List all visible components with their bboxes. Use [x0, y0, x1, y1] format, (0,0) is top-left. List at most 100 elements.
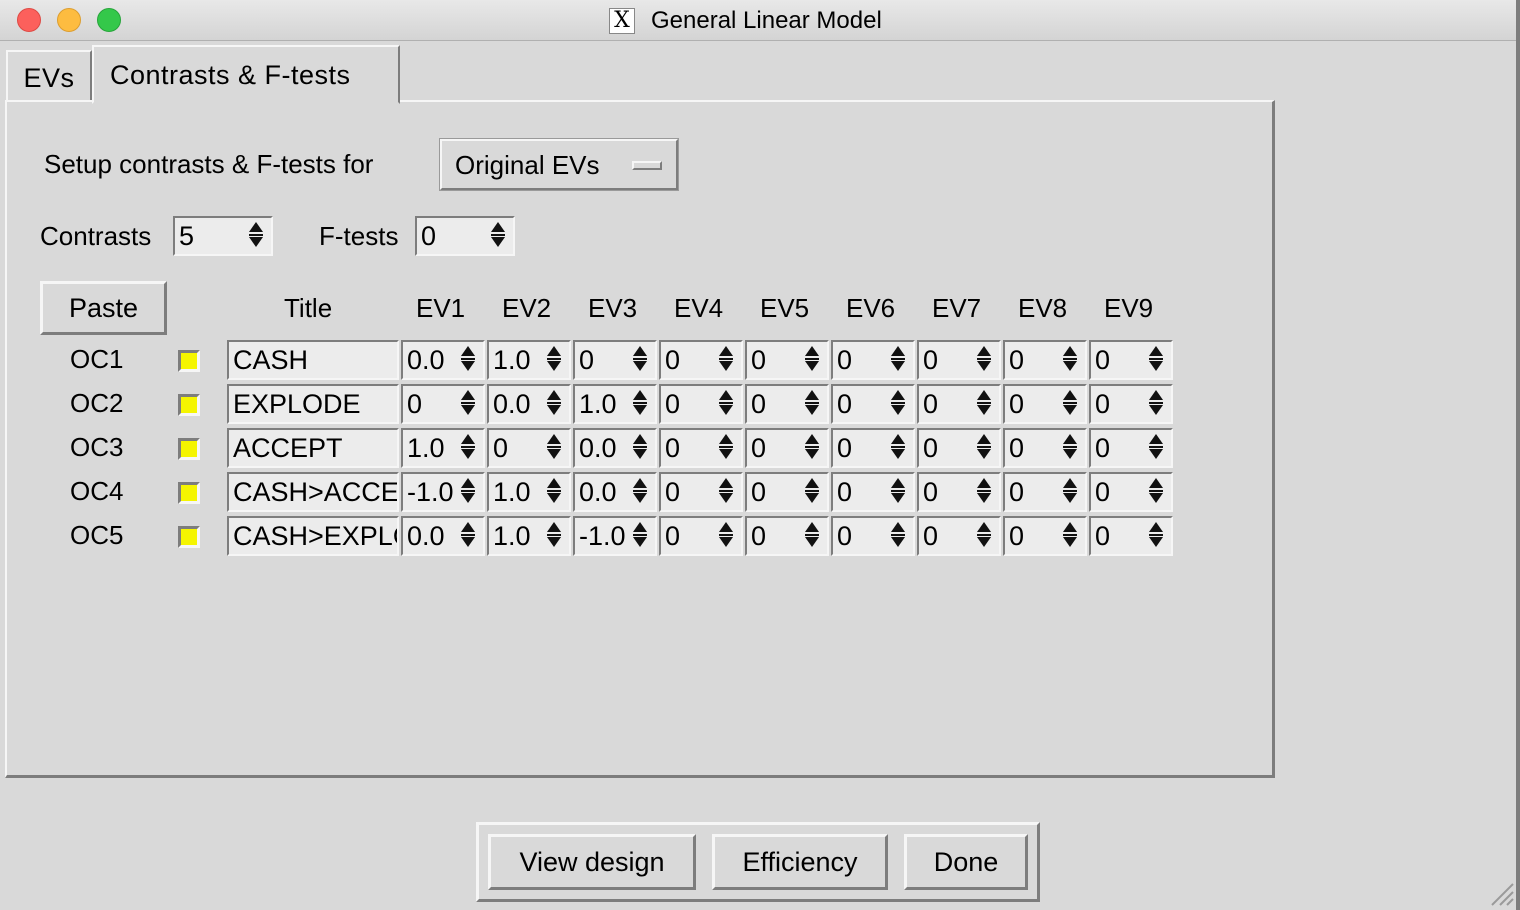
contrast-weight-stepper[interactable]: 0: [1089, 472, 1173, 512]
stepper-arrows-icon[interactable]: [544, 432, 568, 464]
contrast-weight-stepper[interactable]: 0: [1089, 340, 1173, 380]
contrast-weight-stepper[interactable]: 0: [1003, 340, 1087, 380]
stepper-arrows-icon[interactable]: [802, 476, 826, 508]
contrast-weight-stepper[interactable]: 0: [659, 472, 743, 512]
contrast-weight-stepper[interactable]: 1.0: [573, 384, 657, 424]
contrast-weight-stepper[interactable]: -1.0: [573, 516, 657, 556]
contrast-weight-stepper[interactable]: 0: [917, 516, 1001, 556]
contrast-title-field[interactable]: CASH>EXPLODE: [227, 516, 399, 556]
stepper-arrows-icon[interactable]: [974, 432, 998, 464]
stepper-arrows-icon[interactable]: [974, 388, 998, 420]
contrast-weight-stepper[interactable]: 0: [487, 428, 571, 468]
contrast-weight-stepper[interactable]: 0: [745, 384, 829, 424]
stepper-arrows-icon[interactable]: [974, 344, 998, 376]
stepper-arrows-icon[interactable]: [888, 388, 912, 420]
stepper-arrows-icon[interactable]: [630, 432, 654, 464]
stepper-arrows-icon[interactable]: [716, 388, 740, 420]
contrast-weight-stepper[interactable]: 0: [917, 472, 1001, 512]
contrast-title-field[interactable]: ACCEPT: [227, 428, 399, 468]
contrast-title-field[interactable]: EXPLODE: [227, 384, 399, 424]
contrast-weight-stepper[interactable]: 0.0: [487, 384, 571, 424]
stepper-arrows-icon[interactable]: [802, 432, 826, 464]
stepper-arrows-icon[interactable]: [716, 344, 740, 376]
contrast-weight-stepper[interactable]: 1.0: [487, 472, 571, 512]
stepper-arrows-icon[interactable]: [974, 476, 998, 508]
stepper-arrows-icon[interactable]: [802, 520, 826, 552]
efficiency-button[interactable]: Efficiency: [712, 834, 888, 890]
contrast-weight-stepper[interactable]: 0.0: [573, 472, 657, 512]
stepper-arrows-icon[interactable]: [630, 344, 654, 376]
contrast-weight-stepper[interactable]: 0: [831, 384, 915, 424]
close-window-button[interactable]: [17, 8, 41, 32]
contrast-weight-stepper[interactable]: 0.0: [401, 340, 485, 380]
stepper-arrows-icon[interactable]: [458, 520, 482, 552]
stepper-arrows-icon[interactable]: [458, 344, 482, 376]
stepper-arrows-icon[interactable]: [630, 476, 654, 508]
contrast-weight-stepper[interactable]: -1.0: [401, 472, 485, 512]
stepper-arrows-icon[interactable]: [1146, 388, 1170, 420]
contrast-weight-stepper[interactable]: 0: [917, 340, 1001, 380]
stepper-arrows-icon[interactable]: [1146, 520, 1170, 552]
stepper-arrows-icon[interactable]: [1060, 432, 1084, 464]
stepper-arrows-icon[interactable]: [888, 344, 912, 376]
stepper-arrows-icon[interactable]: [1146, 476, 1170, 508]
contrast-weight-stepper[interactable]: 0: [917, 384, 1001, 424]
contrast-weight-stepper[interactable]: 0: [659, 428, 743, 468]
stepper-arrows-icon[interactable]: [716, 432, 740, 464]
stepper-arrows-icon[interactable]: [888, 432, 912, 464]
contrast-weight-stepper[interactable]: 0: [1003, 516, 1087, 556]
stepper-arrows-icon[interactable]: [1146, 432, 1170, 464]
contrast-weight-stepper[interactable]: 0: [1003, 472, 1087, 512]
setup-evs-dropdown[interactable]: Original EVs: [439, 138, 679, 191]
contrast-weight-stepper[interactable]: 1.0: [487, 516, 571, 556]
stepper-arrows-icon[interactable]: [888, 476, 912, 508]
contrast-weight-stepper[interactable]: 0: [1003, 428, 1087, 468]
contrast-weight-stepper[interactable]: 0.0: [401, 516, 485, 556]
contrast-weight-stepper[interactable]: 0: [1089, 384, 1173, 424]
minimize-window-button[interactable]: [57, 8, 81, 32]
stepper-arrows-icon[interactable]: [1060, 344, 1084, 376]
contrast-weight-stepper[interactable]: 0.0: [573, 428, 657, 468]
resize-grip-icon[interactable]: [1486, 878, 1514, 906]
stepper-arrows-icon[interactable]: [1060, 476, 1084, 508]
ftests-count-stepper[interactable]: 0: [415, 216, 515, 256]
contrast-weight-stepper[interactable]: 0: [831, 516, 915, 556]
stepper-arrows-icon[interactable]: [716, 476, 740, 508]
stepper-arrows-icon[interactable]: [802, 344, 826, 376]
stepper-arrows-icon[interactable]: [802, 388, 826, 420]
stepper-arrows-icon[interactable]: [1060, 520, 1084, 552]
contrast-weight-stepper[interactable]: 0: [1089, 516, 1173, 556]
stepper-arrows-icon[interactable]: [974, 520, 998, 552]
contrast-weight-stepper[interactable]: 0: [831, 428, 915, 468]
stepper-arrows-icon[interactable]: [544, 388, 568, 420]
contrast-title-field[interactable]: CASH>ACCEPT: [227, 472, 399, 512]
contrast-weight-stepper[interactable]: 1.0: [487, 340, 571, 380]
contrast-weight-stepper[interactable]: 0: [401, 384, 485, 424]
stepper-arrows-icon[interactable]: [458, 432, 482, 464]
contrast-weight-stepper[interactable]: 0: [745, 340, 829, 380]
contrast-weight-stepper[interactable]: 0: [659, 384, 743, 424]
stepper-arrows-icon[interactable]: [544, 344, 568, 376]
paste-button[interactable]: Paste: [40, 281, 167, 335]
contrast-weight-stepper[interactable]: 0: [573, 340, 657, 380]
tab-contrasts-ftests[interactable]: Contrasts & F-tests: [92, 45, 400, 104]
contrast-weight-stepper[interactable]: 0: [659, 340, 743, 380]
stepper-arrows-icon[interactable]: [630, 388, 654, 420]
contrast-title-field[interactable]: CASH: [227, 340, 399, 380]
stepper-arrows-icon[interactable]: [458, 388, 482, 420]
stepper-arrows-icon[interactable]: [544, 476, 568, 508]
stepper-arrows-icon[interactable]: [246, 220, 270, 252]
stepper-arrows-icon[interactable]: [544, 520, 568, 552]
tab-evs[interactable]: EVs: [6, 50, 92, 102]
stepper-arrows-icon[interactable]: [888, 520, 912, 552]
stepper-arrows-icon[interactable]: [630, 520, 654, 552]
view-design-button[interactable]: View design: [488, 834, 696, 890]
done-button[interactable]: Done: [904, 834, 1028, 890]
stepper-arrows-icon[interactable]: [716, 520, 740, 552]
stepper-arrows-icon[interactable]: [1146, 344, 1170, 376]
contrast-weight-stepper[interactable]: 0: [659, 516, 743, 556]
zoom-window-button[interactable]: [97, 8, 121, 32]
stepper-arrows-icon[interactable]: [488, 220, 512, 252]
contrast-weight-stepper[interactable]: 0: [831, 472, 915, 512]
stepper-arrows-icon[interactable]: [1060, 388, 1084, 420]
